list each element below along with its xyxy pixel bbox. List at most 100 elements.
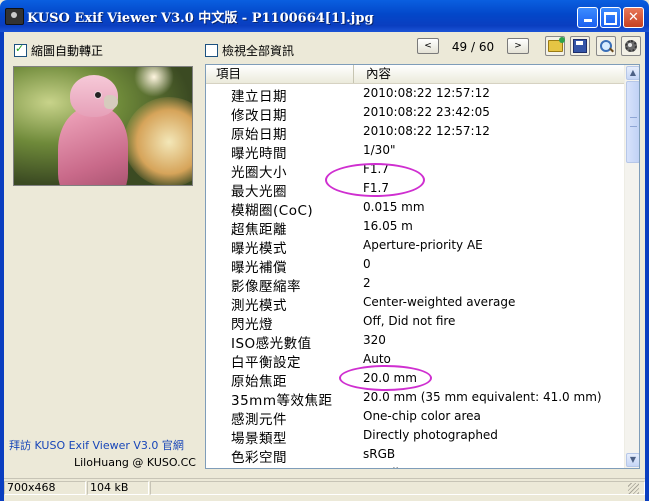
list-item[interactable]: 影像壓縮率 2 [206, 274, 624, 295]
list-item-value: Auto [363, 352, 391, 366]
scroll-down-button[interactable]: ▼ [626, 453, 639, 467]
list-item[interactable]: 白平衡設定 Auto [206, 350, 624, 371]
minimize-icon [583, 19, 592, 22]
aperture-highlight-circle [325, 163, 425, 197]
list-item-key: 場景類型 [231, 431, 287, 447]
list-item[interactable]: 測光模式 Center-weighted average [206, 293, 624, 314]
status-filesize: 104 kB [87, 481, 149, 495]
list-item-key: 建立日期 [231, 89, 287, 105]
status-dimensions: 700x468 [4, 481, 86, 495]
title-bar[interactable]: KUSO Exif Viewer V3.0 中文版 - P1100664[1].… [0, 0, 649, 32]
list-item-value: 320 [363, 333, 386, 347]
list-item[interactable]: 超焦距離 16.05 m [206, 217, 624, 238]
list-item[interactable]: 閃光燈 Off, Did not fire [206, 312, 624, 333]
list-item[interactable]: 色彩空間 sRGB [206, 445, 624, 466]
maximize-button[interactable] [600, 7, 621, 28]
list-item[interactable]: 曝光時間 1/30" [206, 141, 624, 162]
list-item-value: 2 [363, 276, 371, 290]
window-border-left [0, 32, 4, 501]
author-credit: LiloHuang @ KUSO.CC [74, 456, 196, 469]
checkbox-box[interactable] [14, 42, 27, 57]
list-item[interactable]: 建立日期 2010:08:22 12:57:12 [206, 84, 624, 105]
previous-image-button[interactable]: < [417, 38, 439, 54]
list-item-key: 光圈大小 [231, 165, 287, 181]
list-item[interactable]: 曝光模式 Aperture-priority AE [206, 236, 624, 257]
list-item-value: Baseline [363, 466, 414, 468]
list-item[interactable]: 修改日期 2010:08:22 23:42:05 [206, 103, 624, 124]
vertical-scrollbar[interactable]: ▲ ▼ [624, 65, 639, 468]
visit-website-link[interactable]: 拜訪 KUSO Exif Viewer V3.0 官網 [9, 437, 184, 453]
list-rows: 建立日期 2010:08:22 12:57:12 修改日期 2010:08:22 23… [206, 84, 624, 468]
list-item-value: Directly photographed [363, 428, 498, 442]
save-button[interactable] [570, 36, 590, 56]
image-thumbnail [13, 66, 193, 186]
checkbox-box[interactable] [205, 44, 218, 57]
list-item-key: 閃光燈 [231, 317, 273, 333]
list-item-value: One-chip color area [363, 409, 481, 423]
minimize-button[interactable] [577, 7, 598, 28]
open-folder-button[interactable] [545, 36, 565, 56]
auto-rotate-label: 縮圖自動轉正 [31, 44, 104, 58]
scroll-thumb[interactable] [626, 81, 639, 163]
list-item[interactable]: 曝光補償 0 [206, 255, 624, 276]
list-item-key: 測光模式 [231, 298, 287, 314]
list-item-value: 2010:08:22 12:57:12 [363, 86, 490, 100]
list-item[interactable]: 模糊圈(CoC) 0.015 mm [206, 198, 624, 219]
list-item-value: 0.015 mm [363, 200, 425, 214]
list-item-value: 16.05 m [363, 219, 413, 233]
list-item-key: 色彩空間 [231, 450, 287, 466]
column-header-content[interactable]: 內容 [355, 65, 624, 83]
list-item-key: 修改日期 [231, 108, 287, 124]
close-button[interactable]: ✕ [623, 7, 644, 28]
next-image-button[interactable]: > [507, 38, 529, 54]
list-item-value: 1/30" [363, 143, 396, 157]
list-item[interactable]: 35mm等效焦距 20.0 mm (35 mm equivalent: 41.0 … [206, 388, 624, 409]
open-folder-icon [547, 37, 565, 52]
thumbnail-bokeh [134, 67, 174, 97]
list-item[interactable]: 影像壓縮 Baseline [206, 464, 624, 468]
list-item-value: 20.0 mm (35 mm equivalent: 41.0 mm) [363, 390, 602, 404]
window-border-right [645, 32, 649, 501]
save-icon [573, 39, 587, 53]
list-item-key: 影像壓縮率 [231, 279, 301, 295]
list-item-value: Off, Did not fire [363, 314, 456, 328]
camera-app-icon[interactable] [5, 8, 24, 25]
page-counter: 49 / 60 [451, 40, 495, 54]
scroll-up-button[interactable]: ▲ [626, 66, 639, 80]
list-item-value: 2010:08:22 23:42:05 [363, 105, 490, 119]
list-item-key: 曝光模式 [231, 241, 287, 257]
exif-info-list[interactable]: 項目 內容 建立日期 2010:08:22 12:57:12 修改日期 2010:08… [205, 64, 640, 469]
resize-grip[interactable] [628, 483, 639, 494]
column-header-item[interactable]: 項目 [206, 65, 354, 83]
list-item-key: 原始日期 [231, 127, 287, 143]
list-header: 項目 內容 [206, 65, 624, 84]
thumbnail-parrot-beak [104, 95, 118, 109]
search-icon [600, 40, 612, 52]
list-item-key: 感測元件 [231, 412, 287, 428]
auto-rotate-checkbox[interactable]: 縮圖自動轉正 [14, 42, 103, 59]
scroll-grip [630, 117, 637, 127]
list-item-key: 原始焦距 [231, 374, 287, 390]
list-item-key: 白平衡設定 [231, 355, 301, 371]
settings-button[interactable] [621, 36, 641, 56]
list-item[interactable]: 原始日期 2010:08:22 12:57:12 [206, 122, 624, 143]
search-button[interactable] [596, 36, 616, 56]
status-bar: 700x468 104 kB [4, 478, 645, 498]
window-title: KUSO Exif Viewer V3.0 中文版 - P1100664[1].… [27, 11, 374, 26]
thumbnail-parrot-eye [94, 91, 102, 99]
list-item-key: 模糊圈(CoC) [231, 203, 314, 219]
list-item-value: Aperture-priority AE [363, 238, 483, 252]
list-item-key: 曝光時間 [231, 146, 287, 162]
status-message [150, 481, 645, 495]
list-item[interactable]: 場景類型 Directly photographed [206, 426, 624, 447]
list-item-key: 曝光補償 [231, 260, 287, 276]
list-item[interactable]: ISO感光數值 320 [206, 331, 624, 352]
list-item[interactable]: 感測元件 One-chip color area [206, 407, 624, 428]
list-item-value: sRGB [363, 447, 396, 461]
list-item-key: 35mm等效焦距 [231, 393, 333, 409]
show-all-info-checkbox[interactable]: 檢視全部資訊 [205, 42, 294, 59]
list-item-key: 超焦距離 [231, 222, 287, 238]
list-item-key: 最大光圈 [231, 184, 287, 200]
thumbnail-bokeh [124, 97, 192, 185]
focal-length-highlight-circle [339, 365, 432, 391]
